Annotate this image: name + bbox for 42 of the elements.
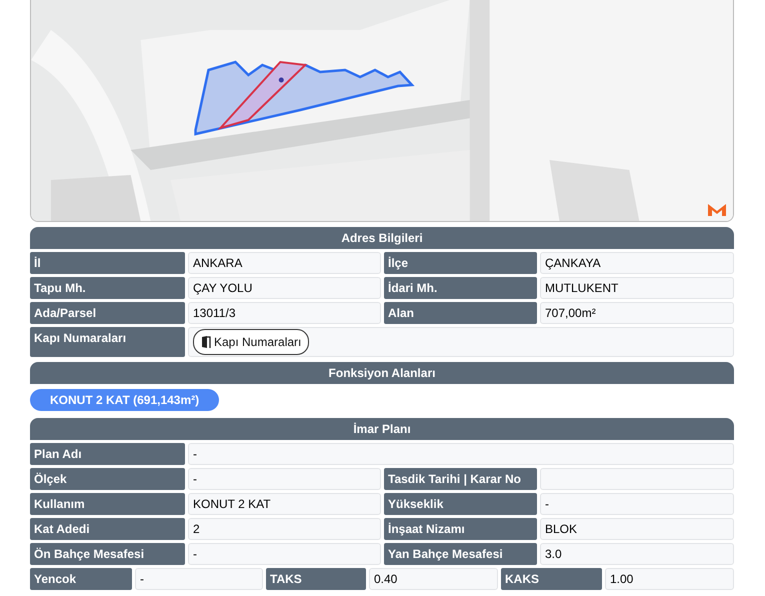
field-value: 707,00m² — [540, 302, 734, 324]
field-label: Yan Bahçe Mesafesi — [384, 543, 537, 565]
section-header: İmar Planı — [30, 418, 734, 440]
field-value: 3.0 — [540, 543, 734, 565]
field-label: Ada/Parsel — [30, 302, 185, 324]
field-value: - — [188, 468, 381, 490]
field-label: Ön Bahçe Mesafesi — [30, 543, 185, 565]
field-label: TAKS — [266, 568, 366, 590]
field-label: İl — [30, 252, 185, 274]
field-label: Yencok — [30, 568, 132, 590]
field-label: KAKS — [501, 568, 602, 590]
field-value: - — [540, 493, 734, 515]
field-value: - — [188, 543, 381, 565]
field-value: 13011/3 — [188, 302, 381, 324]
field-label: Tapu Mh. — [30, 277, 185, 299]
logo-icon — [707, 203, 727, 217]
section-header: Adres Bilgileri — [30, 227, 734, 249]
field-value: - — [135, 568, 263, 590]
field-label: İlçe — [384, 252, 537, 274]
field-label: İnşaat Nizamı — [384, 518, 537, 540]
field-label: Kat Adedi — [30, 518, 185, 540]
field-value: ANKARA — [188, 252, 381, 274]
field-value: ÇANKAYA — [540, 252, 734, 274]
field-value: ÇAY YOLU — [188, 277, 381, 299]
field-label: Ölçek — [30, 468, 185, 490]
field-value: BLOK — [540, 518, 734, 540]
field-label: Alan — [384, 302, 537, 324]
field-value: 1.00 — [605, 568, 734, 590]
field-label: İdari Mh. — [384, 277, 537, 299]
field-value: 2 — [188, 518, 381, 540]
field-value: - — [188, 443, 734, 465]
section-header: Fonksiyon Alanları — [30, 362, 734, 384]
field-value: MUTLUKENT — [540, 277, 734, 299]
field-label: Yükseklik — [384, 493, 537, 515]
field-label: Kullanım — [30, 493, 185, 515]
field-label: Tasdik Tarihi | Karar No — [384, 468, 537, 490]
field-value: 0.40 — [369, 568, 498, 590]
field-label: Plan Adı — [30, 443, 185, 465]
field-value: KONUT 2 KAT — [188, 493, 381, 515]
door-icon — [201, 336, 211, 348]
door-numbers-button[interactable]: Kapı Numaraları — [193, 329, 310, 355]
field-label: Kapı Numaraları — [30, 327, 185, 357]
